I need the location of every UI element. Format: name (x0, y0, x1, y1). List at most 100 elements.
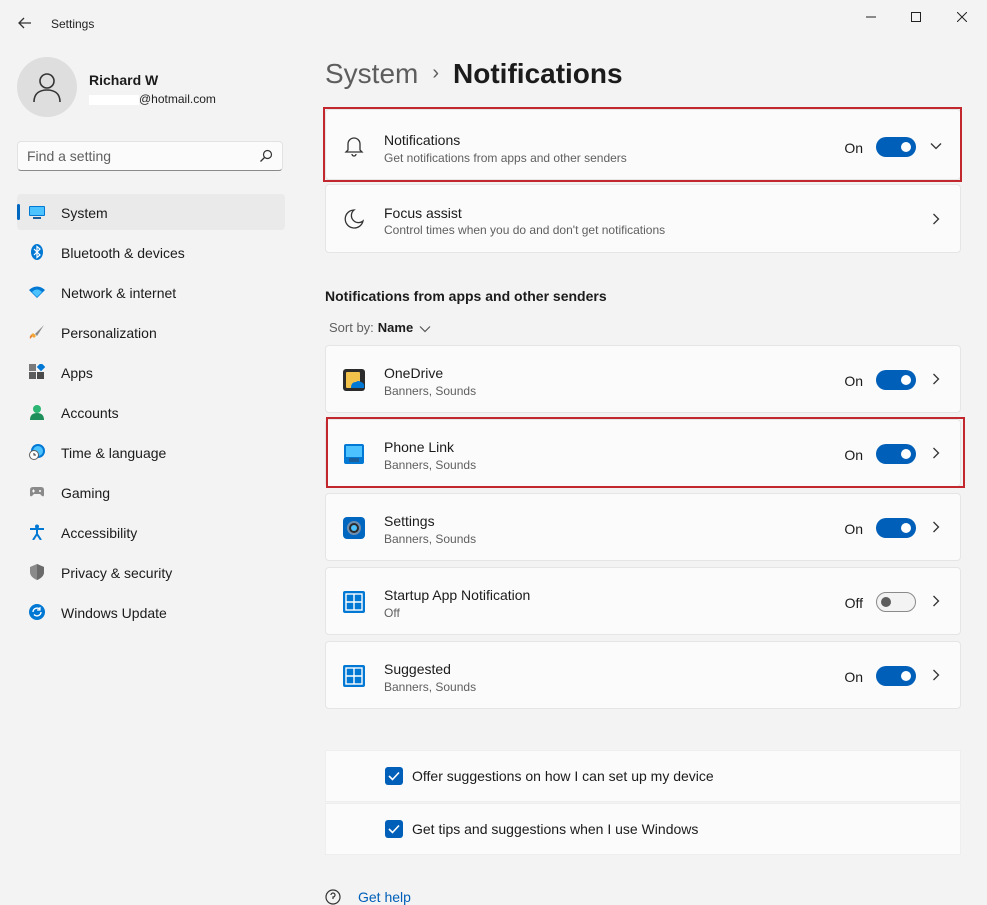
person-avatar-icon (33, 73, 61, 103)
settings-toggle[interactable] (876, 518, 916, 538)
app-detail: Banners, Sounds (384, 458, 477, 472)
minimize-icon (866, 16, 876, 18)
suggested-icon (343, 665, 365, 687)
app-row-phone-link[interactable]: Phone Link Banners, Sounds On (325, 419, 961, 487)
section-heading: Notifications from apps and other sender… (325, 288, 607, 304)
sidebar-item-apps[interactable]: Apps (17, 354, 285, 390)
sidebar-item-label: Personalization (61, 325, 157, 341)
sidebar-item-bluetooth[interactable]: Bluetooth & devices (17, 234, 285, 270)
user-email: @hotmail.com (89, 92, 216, 106)
chevron-right-icon (933, 213, 940, 225)
back-button[interactable] (14, 12, 36, 34)
startup-app-icon (343, 591, 365, 613)
search-box[interactable] (17, 141, 283, 171)
title-bar: Settings (0, 0, 987, 48)
search-input[interactable] (27, 148, 247, 164)
app-row-settings[interactable]: Settings Banners, Sounds On (325, 493, 961, 561)
toggle-state-label: On (844, 447, 863, 463)
toggle-state-label: On (844, 669, 863, 685)
setup-suggestions-checkbox[interactable] (385, 767, 403, 785)
notifications-toggle[interactable] (876, 137, 916, 157)
bluetooth-icon (31, 244, 43, 260)
sort-value: Name (377, 320, 414, 335)
back-arrow-icon (18, 17, 31, 29)
maximize-icon (911, 12, 921, 22)
settings-gear-icon (343, 517, 365, 539)
page-title: Notifications (453, 58, 623, 89)
checkmark-icon (388, 771, 400, 781)
sidebar-item-label: Gaming (61, 485, 111, 501)
redacted-email-mask (89, 94, 139, 105)
app-detail: Banners, Sounds (384, 532, 477, 546)
sidebar-item-label: System (61, 205, 108, 221)
check-row-tips[interactable]: Get tips and suggestions when I use Wind… (325, 803, 961, 855)
sidebar-item-privacy[interactable]: Privacy & security (17, 554, 285, 590)
minimize-button[interactable] (848, 6, 894, 28)
notifications-setting-card[interactable]: Notifications Get notifications from app… (325, 109, 961, 180)
close-button[interactable] (939, 6, 985, 28)
sidebar-item-personalization[interactable]: Personalization (17, 314, 285, 350)
setting-title: Focus assist (384, 205, 462, 221)
sidebar-item-time-language[interactable]: Time & language (17, 434, 285, 470)
app-name: Settings (384, 513, 435, 529)
globe-clock-icon (29, 444, 45, 460)
moon-icon (344, 209, 365, 229)
sidebar-item-windows-update[interactable]: Windows Update (17, 594, 285, 630)
app-row-onedrive[interactable]: OneDrive Banners, Sounds On (325, 345, 961, 413)
chevron-right-icon (933, 595, 940, 607)
checkmark-icon (388, 824, 400, 834)
focus-assist-card[interactable]: Focus assist Control times when you do a… (325, 184, 961, 253)
sidebar-item-label: Network & internet (61, 285, 177, 301)
person-icon (30, 405, 44, 420)
maximize-button[interactable] (893, 6, 939, 28)
tips-checkbox[interactable] (385, 820, 403, 838)
onedrive-icon (343, 369, 365, 391)
sort-label: Sort by: (329, 320, 374, 335)
phone-link-toggle[interactable] (876, 444, 916, 464)
app-name: Suggested (384, 661, 451, 677)
search-icon (260, 149, 273, 162)
setting-title: Notifications (384, 132, 461, 148)
accessibility-icon (30, 524, 44, 540)
startup-app-toggle[interactable] (876, 592, 916, 612)
app-detail: Banners, Sounds (384, 384, 477, 398)
sidebar-item-label: Privacy & security (61, 565, 173, 581)
sidebar-item-label: Windows Update (61, 605, 167, 621)
sidebar-item-label: Accounts (61, 405, 119, 421)
check-row-setup-suggestions[interactable]: Offer suggestions on how I can set up my… (325, 750, 961, 802)
sidebar-nav: System Bluetooth & devices Network & int… (17, 194, 285, 634)
app-row-suggested[interactable]: Suggested Banners, Sounds On (325, 641, 961, 709)
chevron-down-icon (419, 325, 431, 332)
close-icon (957, 12, 967, 22)
wifi-icon (29, 286, 45, 298)
sidebar-item-label: Time & language (61, 445, 167, 461)
toggle-state-label: On (844, 521, 863, 537)
app-name: Phone Link (384, 439, 455, 455)
onedrive-toggle[interactable] (876, 370, 916, 390)
sidebar-item-label: Bluetooth & devices (61, 245, 185, 261)
breadcrumb-separator: › (432, 62, 440, 84)
app-row-startup-app[interactable]: Startup App Notification Off Off (325, 567, 961, 635)
sort-dropdown[interactable]: Sort by: Name (329, 320, 431, 335)
sidebar-item-gaming[interactable]: Gaming (17, 474, 285, 510)
setting-subtitle: Get notifications from apps and other se… (384, 151, 627, 165)
chevron-right-icon (933, 447, 940, 459)
checkbox-label: Get tips and suggestions when I use Wind… (412, 821, 699, 837)
chevron-right-icon (933, 521, 940, 533)
gamepad-icon (30, 487, 44, 497)
chevron-right-icon (933, 373, 940, 385)
help-icon (325, 889, 341, 905)
sidebar-item-network[interactable]: Network & internet (17, 274, 285, 310)
sidebar-item-system[interactable]: System (17, 194, 285, 230)
toggle-state-label: Off (844, 595, 863, 611)
sidebar-item-accessibility[interactable]: Accessibility (17, 514, 285, 550)
chevron-down-icon[interactable] (930, 140, 942, 152)
get-help-label: Get help (358, 889, 411, 905)
sidebar-item-accounts[interactable]: Accounts (17, 394, 285, 430)
chevron-right-icon (933, 669, 940, 681)
breadcrumb-parent[interactable]: System (325, 58, 418, 89)
toggle-state-label: On (844, 140, 863, 156)
app-name: Startup App Notification (384, 587, 531, 603)
app-name: OneDrive (384, 365, 444, 381)
suggested-toggle[interactable] (876, 666, 916, 686)
